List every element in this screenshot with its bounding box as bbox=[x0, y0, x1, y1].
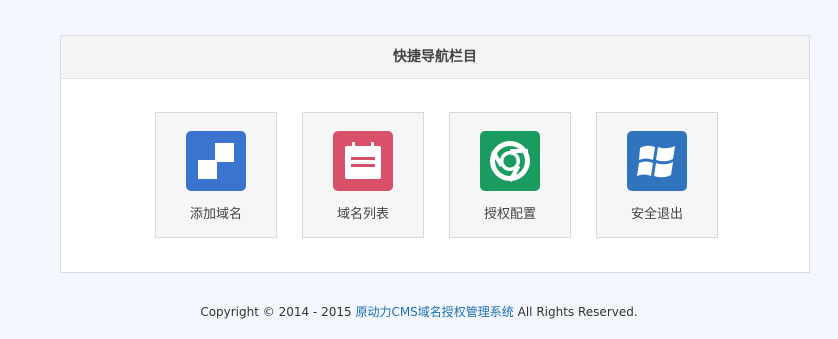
footer: Copyright © 2014 - 2015 原动力CMS域名授权管理系统 A… bbox=[0, 303, 838, 320]
copyright-prefix: Copyright © 2014 - 2015 bbox=[200, 305, 352, 319]
system-name-link[interactable]: 原动力CMS域名授权管理系统 bbox=[355, 305, 513, 319]
chrome-icon bbox=[480, 131, 540, 191]
panel-title: 快捷导航栏目 bbox=[61, 36, 809, 79]
quick-nav-tiles: 添加域名 域名列表 授权配置 安全退出 bbox=[155, 112, 725, 238]
copyright-suffix: All Rights Reserved. bbox=[517, 305, 638, 319]
windows-logo-icon bbox=[627, 131, 687, 191]
domain-list-tile[interactable]: 域名列表 bbox=[302, 112, 424, 238]
license-config-tile[interactable]: 授权配置 bbox=[449, 112, 571, 238]
add-domain-tile[interactable]: 添加域名 bbox=[155, 112, 277, 238]
windows-blocks-icon bbox=[186, 131, 246, 191]
license-config-label: 授权配置 bbox=[483, 207, 536, 222]
domain-list-label: 域名列表 bbox=[336, 207, 389, 222]
logout-tile[interactable]: 安全退出 bbox=[596, 112, 718, 238]
logout-label: 安全退出 bbox=[630, 207, 683, 222]
quick-nav-panel: 快捷导航栏目 添加域名 域名列表 授权配置 安全退出 bbox=[60, 35, 810, 273]
add-domain-label: 添加域名 bbox=[189, 207, 242, 222]
calendar-list-icon bbox=[333, 131, 393, 191]
